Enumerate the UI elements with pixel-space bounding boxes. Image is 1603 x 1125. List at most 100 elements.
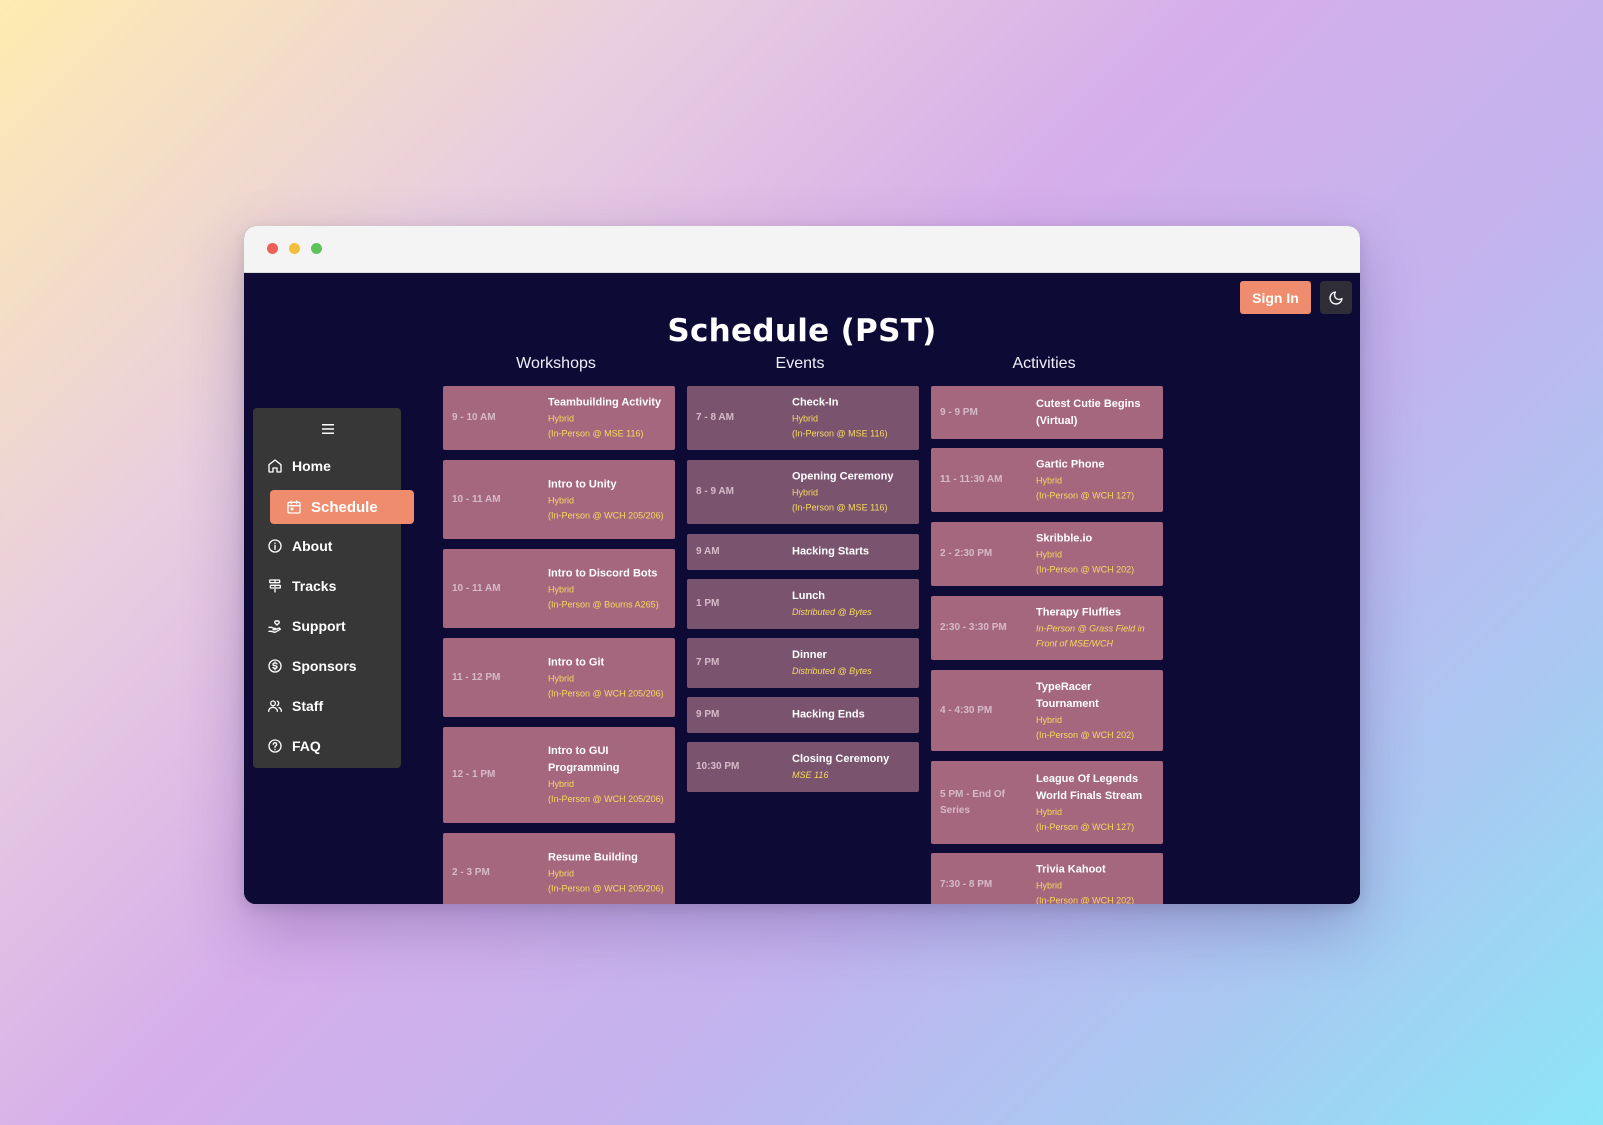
dark-mode-toggle[interactable] — [1320, 281, 1352, 314]
card-time: 7:30 - 8 PM — [940, 879, 993, 890]
close-window-button[interactable] — [267, 243, 278, 254]
schedule-card[interactable]: 2 - 3 PM Resume Building Hybrid (In-Pers… — [443, 833, 675, 904]
schedule-card[interactable]: 11 - 12 PM Intro to Git Hybrid (In-Perso… — [443, 638, 675, 717]
card-title: Teambuilding Activity — [548, 396, 662, 409]
card-title: Dinner — [792, 649, 827, 661]
workshops-heading: Workshops — [516, 355, 596, 372]
schedule-card[interactable]: 11 - 11:30 AM Gartic Phone Hybrid (In-Pe… — [931, 448, 1163, 512]
card-location: (In-Person @ WCH 205/206) — [548, 510, 664, 520]
sidebar-item-sponsors[interactable]: Sponsors — [267, 653, 357, 679]
card-time: 9 AM — [696, 546, 720, 557]
sidebar-item-staff[interactable]: Staff — [267, 693, 323, 719]
card-title: Therapy Fluffies — [1036, 606, 1121, 619]
sidebar-item-label: Support — [292, 618, 346, 634]
card-mode: Hybrid — [1036, 806, 1063, 817]
hand-heart-icon — [268, 620, 281, 633]
card-title: Intro to GUI Programming — [548, 745, 620, 774]
schedule-card[interactable]: 7:30 - 8 PM Trivia Kahoot Hybrid (In-Per… — [931, 853, 1163, 904]
schedule-card[interactable]: 7 - 8 AM Check-In Hybrid (In-Person @ MS… — [687, 386, 919, 450]
schedule-card[interactable]: 9 PM Hacking Ends — [687, 697, 919, 733]
sidebar-item-support[interactable]: Support — [267, 613, 346, 639]
sidebar-item-label: FAQ — [292, 738, 321, 754]
card-title: Opening Ceremony — [792, 470, 894, 483]
card-mode: Hybrid — [548, 779, 575, 789]
card-mode: Hybrid — [548, 673, 575, 683]
card-mode: Hybrid — [792, 487, 819, 498]
hamburger-icon — [322, 424, 334, 434]
sidebar-item-home[interactable]: Home — [267, 453, 331, 479]
schedule-card[interactable]: 2 - 2:30 PM Skribble.io Hybrid (In-Perso… — [931, 522, 1163, 586]
schedule-card[interactable]: 7 PM Dinner Distributed @ Bytes — [687, 638, 919, 688]
help-icon — [268, 739, 282, 753]
card-mode: Hybrid — [548, 868, 575, 878]
card-title: Closing Ceremony — [792, 753, 890, 765]
sidebar-item-label: Staff — [292, 698, 324, 714]
schedule-card[interactable]: 10 - 11 AM Intro to Discord Bots Hybrid … — [443, 549, 675, 628]
schedule-card[interactable]: 9 - 9 PM Cutest Cutie Begins (Virtual) — [931, 386, 1163, 439]
minimize-window-button[interactable] — [289, 243, 300, 254]
card-location: In-Person @ Grass Field in Front of MSE/… — [1036, 623, 1145, 649]
card-time: 10 - 11 AM — [452, 582, 501, 594]
schedule-card[interactable]: 8 - 9 AM Opening Ceremony Hybrid (In-Per… — [687, 460, 919, 524]
sign-in-button[interactable]: Sign In — [1240, 281, 1311, 314]
info-icon — [268, 539, 282, 553]
card-title: Skribble.io — [1036, 532, 1093, 545]
card-info: Dinner Distributed @ Bytes — [792, 647, 913, 679]
card-time: 4 - 4:30 PM — [940, 704, 993, 716]
sidebar-item-tracks[interactable]: Tracks — [267, 573, 336, 599]
card-title: Resume Building — [548, 851, 638, 863]
card-time: 12 - 1 PM — [452, 769, 496, 780]
schedule-card[interactable]: 2:30 - 3:30 PM Therapy Fluffies In-Perso… — [931, 596, 1163, 660]
sidebar-item-about[interactable]: About — [267, 533, 332, 559]
window-titlebar — [244, 226, 1360, 273]
browser-window: Sign In Schedule (PST) Workshops Events … — [244, 226, 1360, 904]
schedule-card[interactable]: 9 - 10 AM Teambuilding Activity Hybrid (… — [443, 386, 675, 450]
menu-toggle-button[interactable] — [318, 420, 338, 438]
card-location: (In-Person @ Bourns A265) — [548, 599, 659, 609]
card-info: Check-In Hybrid (In-Person @ MSE 116) — [792, 395, 913, 442]
card-title: TypeRacer Tournament — [1036, 680, 1099, 710]
card-mode: Hybrid — [792, 413, 819, 424]
sidebar-item-faq[interactable]: FAQ — [267, 733, 321, 759]
sidebar-item-schedule[interactable]: Schedule — [270, 490, 414, 524]
card-info: Teambuilding Activity Hybrid (In-Person … — [548, 395, 669, 442]
schedule-card[interactable]: 10 - 11 AM Intro to Unity Hybrid (In-Per… — [443, 460, 675, 539]
card-info: TypeRacer Tournament Hybrid (In-Person @… — [1036, 679, 1157, 743]
card-mode: Hybrid — [1036, 475, 1063, 486]
card-time: 7 - 8 AM — [696, 412, 734, 423]
card-mode: Hybrid — [548, 584, 575, 594]
card-title: Hacking Ends — [792, 708, 865, 721]
card-info: Intro to Git Hybrid (In-Person @ WCH 205… — [548, 654, 669, 701]
card-time: 5 PM - End Of Series — [940, 788, 1005, 816]
events-heading: Events — [775, 355, 825, 372]
schedule-card[interactable]: 12 - 1 PM Intro to GUI Programming Hybri… — [443, 727, 675, 823]
moon-icon — [1328, 290, 1344, 306]
card-info: Lunch Distributed @ Bytes — [792, 588, 913, 620]
app-content: Sign In Schedule (PST) Workshops Events … — [244, 273, 1360, 904]
card-time: 2 - 2:30 PM — [940, 548, 993, 559]
calendar-icon — [287, 500, 301, 514]
activities-heading: Activities — [1012, 355, 1076, 372]
card-info: Hacking Starts — [792, 544, 913, 561]
schedule-card[interactable]: 1 PM Lunch Distributed @ Bytes — [687, 579, 919, 629]
card-time: 10:30 PM — [696, 761, 740, 772]
card-location: (In-Person @ WCH 127) — [1036, 490, 1135, 501]
schedule-card[interactable]: 9 AM Hacking Starts — [687, 534, 919, 570]
maximize-window-button[interactable] — [311, 243, 322, 254]
card-info: Closing Ceremony MSE 116 — [792, 751, 913, 783]
schedule-card[interactable]: 10:30 PM Closing Ceremony MSE 116 — [687, 742, 919, 792]
card-time: 2 - 3 PM — [452, 866, 490, 878]
card-location: Distributed @ Bytes — [792, 666, 872, 676]
card-info: League Of Legends World Finals Stream Hy… — [1036, 771, 1157, 835]
card-title: Trivia Kahoot — [1036, 863, 1106, 876]
sidebar-item-label: About — [292, 538, 333, 554]
card-info: Resume Building Hybrid (In-Person @ WCH … — [548, 849, 669, 896]
card-title: Check-In — [792, 396, 839, 409]
card-time: 9 - 10 AM — [452, 412, 496, 423]
card-location: (In-Person @ WCH 205/206) — [548, 794, 664, 804]
schedule-card[interactable]: 5 PM - End Of Series League Of Legends W… — [931, 761, 1163, 844]
card-info: Trivia Kahoot Hybrid (In-Person @ WCH 20… — [1036, 862, 1157, 905]
schedule-card[interactable]: 4 - 4:30 PM TypeRacer Tournament Hybrid … — [931, 670, 1163, 751]
dollar-icon — [268, 659, 282, 673]
card-info: Hacking Ends — [792, 707, 913, 724]
